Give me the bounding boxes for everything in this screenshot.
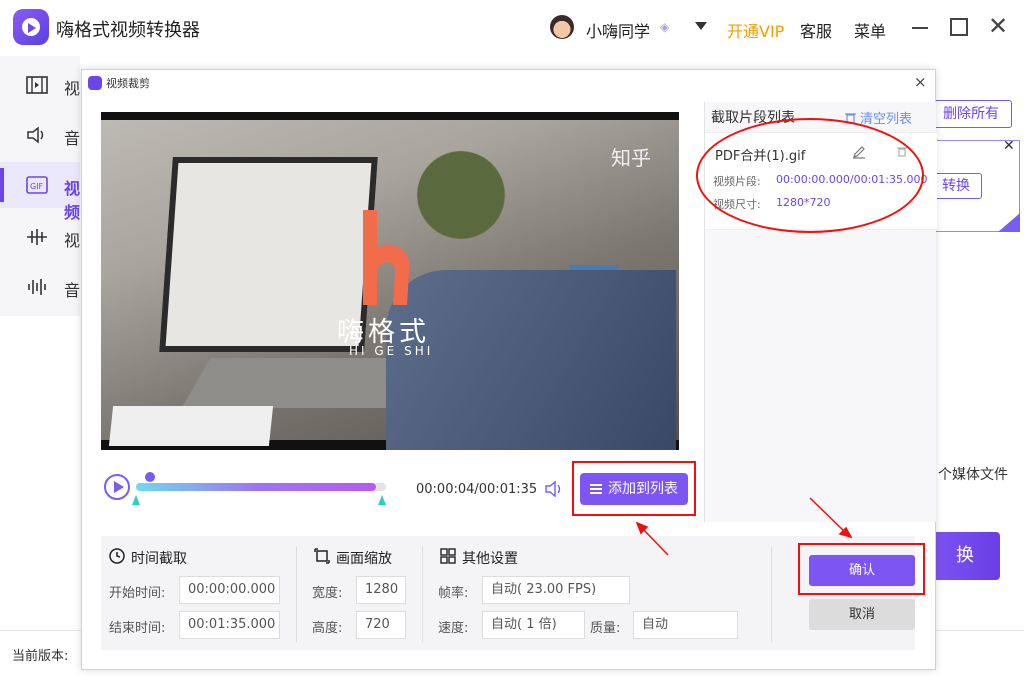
sidebar-item-label: 音 bbox=[64, 129, 81, 148]
annotation-ellipse-segment bbox=[696, 118, 924, 233]
app-title: 嗨格式视频转换器 bbox=[56, 20, 200, 41]
cancel-button[interactable]: 取消 bbox=[809, 599, 915, 630]
delete-all-button[interactable]: 删除所有 bbox=[930, 100, 1012, 128]
sidebar-item-audio[interactable]: 音 bbox=[0, 112, 80, 158]
version-label: 当前版本: bbox=[12, 649, 69, 664]
end-time-input[interactable]: 00:01:35.000 bbox=[179, 611, 280, 639]
app-logo-icon bbox=[13, 9, 49, 45]
brand-logo-subtext: HI GE SHI bbox=[349, 344, 434, 358]
audio-wave-icon bbox=[28, 279, 46, 295]
clock-icon bbox=[109, 548, 125, 564]
width-input[interactable]: 1280 bbox=[356, 576, 406, 604]
avatar[interactable] bbox=[550, 15, 574, 39]
width-label: 宽度: bbox=[312, 586, 343, 601]
annotation-box-add bbox=[572, 461, 696, 516]
time-section-title: 时间截取 bbox=[131, 551, 187, 567]
user-name[interactable]: 小嗨同学 bbox=[586, 18, 650, 42]
sidebar-item-gif[interactable]: GIF 视频 bbox=[0, 162, 80, 222]
video-film-icon bbox=[26, 76, 48, 94]
minimize-icon[interactable] bbox=[912, 27, 928, 29]
media-count-text: 个媒体文件 bbox=[938, 467, 1008, 483]
svg-text:GIF: GIF bbox=[30, 182, 44, 191]
speaker-icon bbox=[27, 126, 44, 144]
vip-link[interactable]: 开通VIP bbox=[727, 18, 784, 42]
sidebar-item-video-cut[interactable]: 视 bbox=[0, 214, 80, 260]
sidebar-item-label: 音 bbox=[64, 281, 81, 300]
sidebar-item-audio-edit[interactable]: 音 bbox=[0, 264, 80, 310]
user-dropdown-icon[interactable] bbox=[695, 22, 707, 30]
quality-label: 质量: bbox=[590, 621, 621, 636]
end-time-label: 结束时间: bbox=[109, 621, 166, 636]
clear-list-label: 清空列表 bbox=[860, 112, 913, 127]
maximize-icon[interactable] bbox=[950, 18, 968, 36]
notebook-shape bbox=[108, 406, 274, 446]
menu-link[interactable]: 菜单 bbox=[854, 18, 886, 42]
video-crop-dialog: 视频裁剪 × 嗨格式 HI GE SHI 知乎 00:00:04/00:01:3… bbox=[81, 69, 937, 670]
sidebar-item-label: 视 bbox=[64, 231, 81, 250]
other-section-title: 其他设置 bbox=[462, 551, 518, 567]
video-preview[interactable]: 嗨格式 HI GE SHI 知乎 bbox=[101, 112, 679, 450]
close-icon[interactable]: ✕ bbox=[986, 14, 1010, 38]
card-convert-button[interactable]: 转换 bbox=[930, 173, 982, 199]
sidebar-item-label: 视 bbox=[64, 79, 81, 98]
service-link[interactable]: 客服 bbox=[800, 18, 832, 42]
timeline-playhead[interactable] bbox=[145, 472, 155, 482]
settings-bar: 时间截取 开始时间: 00:00:00.000 结束时间: 00:01:35.0… bbox=[101, 536, 925, 650]
brand-logo-icon bbox=[363, 210, 410, 305]
title-bar: 嗨格式视频转换器 小嗨同学 ◈ 开通VIP 客服 菜单 ✕ bbox=[0, 0, 1024, 56]
sidebar: 视 音 GIF 视频 视 音 bbox=[0, 56, 80, 316]
volume-icon[interactable] bbox=[544, 480, 564, 498]
hand-shape bbox=[386, 270, 676, 450]
quality-select[interactable]: 自动 bbox=[633, 611, 738, 639]
height-label: 高度: bbox=[312, 621, 343, 636]
trim-start-handle[interactable] bbox=[132, 495, 140, 505]
fps-select[interactable]: 自动( 23.00 FPS) bbox=[482, 576, 630, 604]
time-readout: 00:00:04/00:01:35 bbox=[416, 482, 538, 497]
speed-select[interactable]: 自动( 1 倍) bbox=[482, 611, 585, 639]
watermark-text: 知乎 bbox=[611, 146, 651, 170]
dialog-app-icon bbox=[88, 76, 102, 90]
gif-icon: GIF bbox=[26, 176, 48, 194]
play-icon[interactable] bbox=[104, 474, 130, 500]
start-time-input[interactable]: 00:00:00.000 bbox=[179, 576, 280, 604]
dialog-title: 视频裁剪 bbox=[106, 77, 150, 90]
speed-label: 速度: bbox=[438, 621, 469, 636]
user-badge-icon: ◈ bbox=[660, 20, 670, 34]
dialog-close-icon[interactable]: × bbox=[914, 73, 927, 91]
scale-section-title: 画面缩放 bbox=[336, 551, 392, 567]
trim-end-handle[interactable] bbox=[378, 495, 386, 505]
grid-settings-icon bbox=[440, 548, 456, 564]
annotation-arrowhead-add bbox=[635, 521, 649, 535]
fps-label: 帧率: bbox=[438, 586, 469, 601]
waveform-cut-icon bbox=[27, 229, 47, 245]
section-divider bbox=[422, 546, 423, 642]
convert-all-button[interactable]: 换 bbox=[930, 532, 1000, 580]
card-close-icon[interactable]: ✕ bbox=[1003, 138, 1015, 154]
crop-scale-icon bbox=[314, 548, 330, 564]
sidebar-item-video[interactable]: 视 bbox=[0, 62, 80, 108]
timeline-track[interactable] bbox=[136, 483, 386, 491]
plant-shape bbox=[401, 135, 521, 285]
timeline-progress bbox=[136, 483, 376, 491]
height-input[interactable]: 720 bbox=[356, 611, 406, 639]
video-frame-image: 嗨格式 HI GE SHI 知乎 bbox=[101, 120, 679, 450]
start-time-label: 开始时间: bbox=[109, 586, 166, 601]
annotation-box-confirm bbox=[798, 543, 925, 595]
section-divider bbox=[771, 546, 772, 642]
card-selected-check-icon bbox=[998, 213, 1020, 232]
section-divider bbox=[296, 546, 297, 642]
